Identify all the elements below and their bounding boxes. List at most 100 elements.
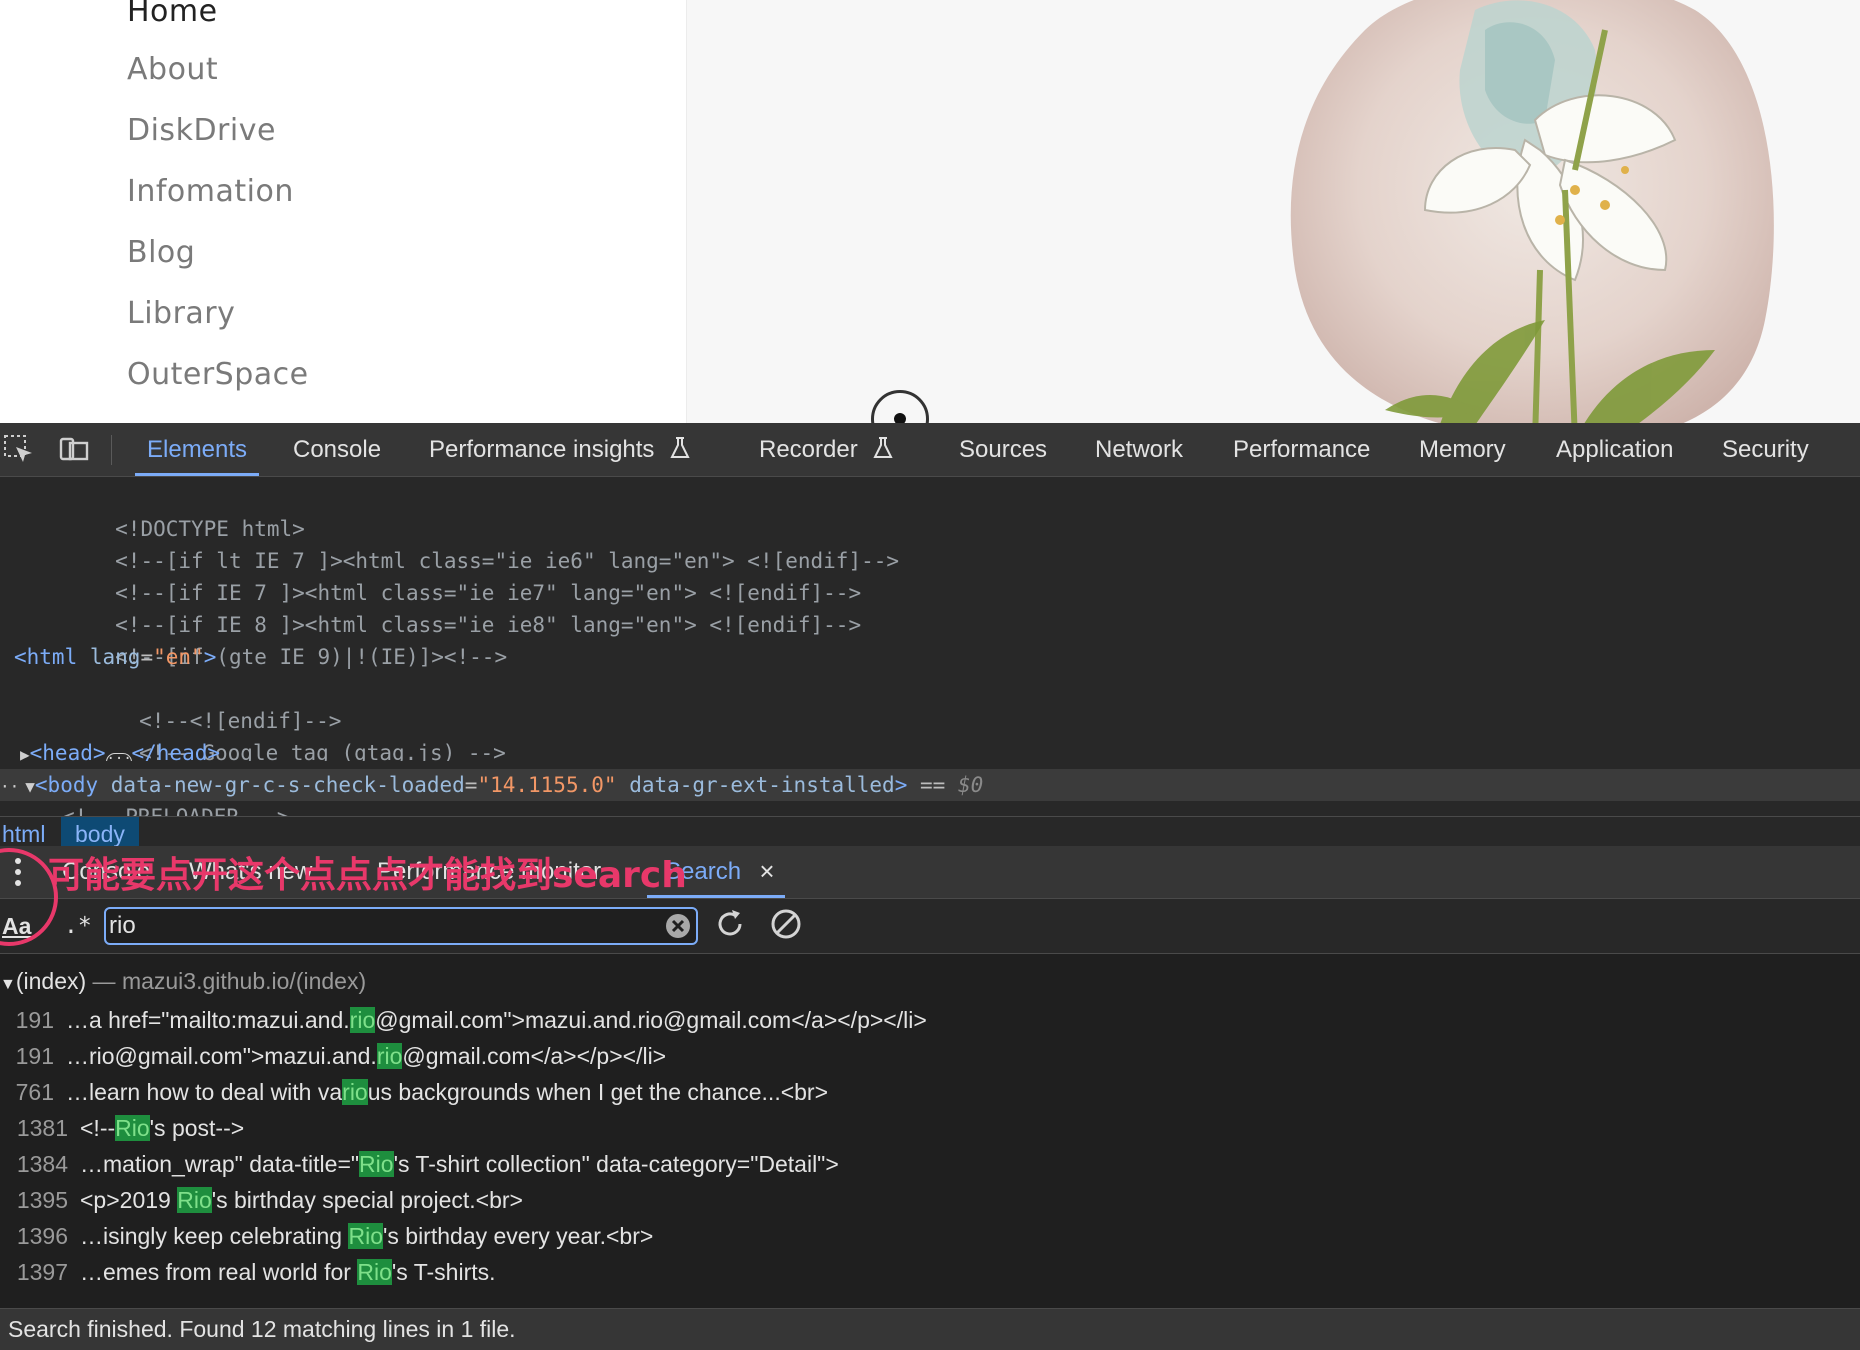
tab-sources[interactable]: Sources — [959, 423, 1047, 476]
nav-item-infomation[interactable]: Infomation — [127, 174, 294, 209]
result-row[interactable]: 1381 <!--Rio's post--> — [0, 1110, 1860, 1146]
breadcrumb-body[interactable]: body — [61, 817, 139, 847]
result-text-before: <p>2019 — [80, 1187, 178, 1213]
result-text-before: …rio@gmail.com">mazui.and. — [66, 1043, 377, 1069]
result-row[interactable]: 1396 …isingly keep celebrating Rio's birt… — [0, 1218, 1860, 1254]
dom-node-comment[interactable]: <!--<![endif]--> — [0, 673, 1860, 733]
regex-toggle[interactable]: .* — [64, 911, 92, 941]
nav-item-blog[interactable]: Blog — [127, 235, 195, 270]
tab-network[interactable]: Network — [1095, 423, 1183, 476]
comment-text: <!-- PRELOADER --> — [62, 805, 290, 816]
dom-node-head[interactable]: ▶<head>···</head> — [0, 737, 1860, 761]
body-open-tag: <body — [34, 773, 99, 797]
annotation-note: 可能要点开这个点点点才能找到search — [48, 855, 687, 896]
result-text-before: …isingly keep celebrating — [80, 1223, 349, 1249]
result-row[interactable]: 1395 <p>2019 Rio's birthday special proje… — [0, 1182, 1860, 1218]
dom-node-comment[interactable]: <!--[if (gte IE 9)|!(IE)]><!--> — [0, 609, 1860, 669]
nav-item-outerspace[interactable]: OuterSpace — [127, 357, 309, 392]
refresh-icon[interactable] — [713, 907, 747, 941]
result-text-before: …a href="mailto:mazui.and. — [66, 1007, 350, 1033]
collapse-triangle-icon[interactable]: ▼ — [25, 777, 35, 796]
result-text-after: @gmail.com">mazui.and.rio@gmail.com</a><… — [375, 1007, 927, 1033]
cancel-search-icon[interactable] — [769, 907, 803, 941]
ellipsis-icon[interactable]: ·· — [0, 777, 19, 796]
dom-node-html[interactable]: <html lang="en"> — [0, 641, 1860, 673]
nav-item-home[interactable]: Home — [127, 0, 218, 29]
result-row[interactable]: 191 …rio@gmail.com">mazui.and.rio@gmail.c… — [0, 1038, 1860, 1074]
dom-node-comment[interactable]: <!--[if lt IE 7 ]><html class="ie ie6" l… — [0, 513, 1860, 573]
result-text-after: 's T-shirts. — [391, 1259, 496, 1285]
result-line-number: 1395 — [16, 1187, 68, 1213]
result-match: Rio — [348, 1223, 383, 1249]
result-match: Rio — [357, 1259, 392, 1285]
dom-tree: <!DOCTYPE html> <!--[if lt IE 7 ]><html … — [0, 477, 1860, 761]
inspect-element-icon[interactable] — [2, 433, 36, 467]
tab-console[interactable]: Console — [293, 423, 381, 476]
nav-panel: Home About DiskDrive Infomation Blog Lib… — [0, 0, 687, 423]
result-line-number: 191 — [15, 1043, 54, 1069]
result-text-before: …emes from real world for — [80, 1259, 358, 1285]
search-status: Search finished. Found 12 matching lines… — [0, 1308, 1860, 1350]
body-tag-close: > — [894, 773, 908, 797]
dom-node-doctype[interactable]: <!DOCTYPE html> — [0, 481, 1860, 541]
device-toolbar-icon[interactable] — [56, 433, 90, 467]
clear-search-icon[interactable] — [665, 913, 691, 939]
collapse-triangle-icon[interactable]: ▼ — [0, 976, 16, 993]
body-attr-name: data-gr-ext-installed — [629, 773, 895, 797]
collapsed-content-icon[interactable]: ··· — [105, 752, 132, 761]
dom-node-comment[interactable]: <!--[if IE 8 ]><html class="ie ie8" lang… — [0, 577, 1860, 637]
webpage-viewport: Home About DiskDrive Infomation Blog Lib… — [0, 0, 1860, 423]
search-results: ▼(index) — mazui3.github.io/(index) 191 …… — [0, 954, 1860, 1308]
result-row[interactable]: 761 …learn how to deal with various backg… — [0, 1074, 1860, 1110]
tab-security[interactable]: Security — [1722, 423, 1809, 476]
result-file-name: (index) — [15, 968, 87, 994]
result-match: Rio — [359, 1151, 394, 1177]
tab-performance[interactable]: Performance — [1233, 423, 1370, 476]
dom-node-comment[interactable]: <!--[if IE 7 ]><html class="ie ie7" lang… — [0, 545, 1860, 605]
hero-illustration — [1290, 0, 1774, 423]
tab-application[interactable]: Application — [1556, 423, 1673, 476]
result-text-after: @gmail.com</a></p></li> — [402, 1043, 667, 1069]
result-line-number: 1381 — [16, 1115, 68, 1141]
dom-node-body-selected[interactable]: ·· ▼<body data-new-gr-c-s-check-loaded="1… — [0, 769, 1860, 801]
experimental-flask-icon — [670, 437, 690, 458]
result-line-number: 1396 — [16, 1223, 68, 1249]
result-file-path: mazui3.github.io/(index) — [121, 968, 367, 994]
result-row[interactable]: 191 …a href="mailto:mazui.and.rio@gmail.c… — [0, 1002, 1860, 1038]
selected-eq: == — [920, 773, 946, 797]
tab-recorder-label: Recorder — [759, 436, 858, 463]
breadcrumb-html[interactable]: html — [0, 817, 47, 847]
head-open-tag: <head> — [29, 741, 106, 761]
result-text-after: 's birthday special project.<br> — [211, 1187, 523, 1213]
tab-elements[interactable]: Elements — [134, 423, 260, 476]
close-search-tab-icon[interactable]: × — [754, 858, 780, 884]
html-tag-close: > — [203, 645, 217, 669]
tab-recorder[interactable]: Recorder — [759, 423, 894, 476]
tab-memory[interactable]: Memory — [1419, 423, 1506, 476]
result-row[interactable]: 1397 …emes from real world for Rio's T-sh… — [0, 1254, 1860, 1290]
dom-node-comment[interactable]: <!-- Google tag (gtag.js) --> — [0, 705, 1860, 761]
result-text-after: 's post--> — [149, 1115, 245, 1141]
result-row[interactable]: 1384 …mation_wrap" data-title="Rio's T-sh… — [0, 1146, 1860, 1182]
dom-node-comment-clipped: <!-- PRELOADER --> — [0, 801, 1860, 816]
html-attr-name: lang — [89, 645, 141, 669]
search-input[interactable] — [104, 907, 698, 945]
html-tag: <html — [14, 645, 78, 669]
result-match: Rio — [177, 1187, 212, 1213]
result-line-number: 191 — [15, 1007, 54, 1033]
result-file-header[interactable]: ▼(index) — mazui3.github.io/(index) — [0, 964, 366, 998]
tab-performance-insights[interactable]: Performance insights — [429, 423, 691, 476]
nav-item-diskdrive[interactable]: DiskDrive — [127, 113, 276, 148]
result-match: rio — [376, 1043, 403, 1069]
breadcrumb: html body — [0, 816, 1860, 847]
body-attr-value: "14.1155.0" — [477, 773, 617, 797]
nav-item-about[interactable]: About — [127, 52, 218, 87]
selected-ref: $0 — [957, 773, 984, 797]
result-line-number: 761 — [15, 1079, 54, 1105]
result-text-before: …mation_wrap" data-title=" — [80, 1151, 360, 1177]
nav-item-library[interactable]: Library — [127, 296, 235, 331]
devtools-toolbar: Elements Console Performance insights Re… — [0, 423, 1860, 477]
result-line-number: 1397 — [16, 1259, 68, 1285]
expand-triangle-icon[interactable]: ▶ — [20, 745, 30, 761]
result-text-after: 's birthday every year.<br> — [383, 1223, 654, 1249]
